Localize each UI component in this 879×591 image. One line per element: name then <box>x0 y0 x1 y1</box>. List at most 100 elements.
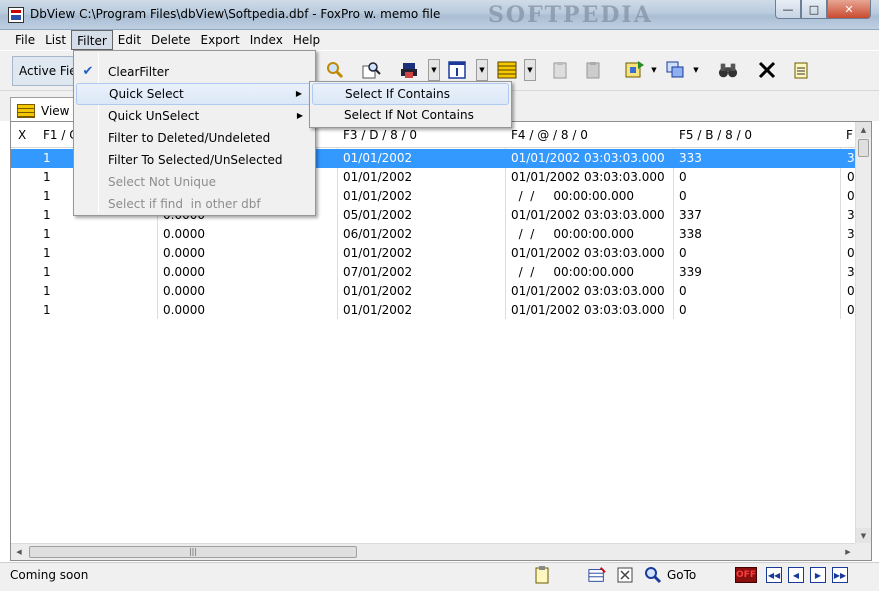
cell-f5: 0 <box>679 189 687 203</box>
previous-record-button[interactable]: ◀ <box>788 567 804 583</box>
menu-item-label: Filter To Selected/UnSelected <box>108 153 283 167</box>
cell-f3: 01/01/2002 <box>343 170 413 184</box>
clipboard-icon[interactable] <box>533 566 551 584</box>
table-row[interactable]: 1 0.0000 01/01/2002 01/01/2002 03:03:03.… <box>11 301 856 320</box>
table-row[interactable]: 1 0.0000 06/01/2002 / / 00:00:00.000 338… <box>11 225 856 244</box>
cell-f1: 1 <box>43 284 51 298</box>
find-icon[interactable] <box>361 59 381 81</box>
info-dropdown-arrow[interactable]: ▼ <box>476 59 488 81</box>
cell-f5: 338 <box>679 227 702 241</box>
cell-f1: 1 <box>43 170 51 184</box>
menu-index[interactable]: Index <box>245 30 288 50</box>
cell-f5: 0 <box>679 284 687 298</box>
off-toggle[interactable]: OFF <box>735 567 757 583</box>
grid-dropdown-arrow[interactable]: ▼ <box>524 59 536 81</box>
status-bar: Coming soon GoTo OFF ◀◀ ◀ ▶ ▶▶ <box>0 562 879 591</box>
menu-item-clearfilter[interactable]: ✔ ClearFilter <box>76 61 313 83</box>
cell-f6: 3 <box>847 151 855 165</box>
menu-item-select-not-unique: Select Not Unique <box>76 171 313 193</box>
menu-item-quick-select[interactable]: Quick Select ▶ <box>76 83 313 105</box>
horizontal-scroll-thumb[interactable]: ||| <box>29 546 357 558</box>
close-button[interactable]: ✕ <box>827 0 871 19</box>
menu-export[interactable]: Export <box>195 30 244 50</box>
cell-f3: 01/01/2002 <box>343 151 413 165</box>
cell-f1: 1 <box>43 208 51 222</box>
selection-dropdown-arrow[interactable]: ▼ <box>648 59 660 81</box>
menu-bar: File List Filter Edit Delete Export Inde… <box>0 30 879 50</box>
cell-f4: / / 00:00:00.000 <box>511 189 635 203</box>
menu-item-filter-selected[interactable]: Filter To Selected/UnSelected <box>76 149 313 171</box>
first-record-button[interactable]: ◀◀ <box>766 567 782 583</box>
cell-f5: 339 <box>679 265 702 279</box>
menu-item-select-if-contains[interactable]: Select If Contains <box>312 83 509 105</box>
binoculars-icon[interactable] <box>718 59 738 81</box>
cell-f3: 01/01/2002 <box>343 189 413 203</box>
cell-f4: 01/01/2002 03:03:03.000 <box>511 170 665 184</box>
cell-f4: 01/01/2002 03:03:03.000 <box>511 151 665 165</box>
cell-f4: 01/01/2002 03:03:03.000 <box>511 246 665 260</box>
column-header-f3[interactable]: F3 / D / 8 / 0 <box>343 128 417 142</box>
column-header-f4[interactable]: F4 / @ / 8 / 0 <box>511 128 588 142</box>
cell-f5: 0 <box>679 246 687 260</box>
edit-grid-icon[interactable] <box>588 566 606 584</box>
print-dropdown-arrow[interactable]: ▼ <box>428 59 440 81</box>
cell-f4: 01/01/2002 03:03:03.000 <box>511 303 665 317</box>
app-icon[interactable] <box>8 7 24 23</box>
info-icon[interactable] <box>447 59 467 81</box>
quick-select-submenu: Select If Contains Select If Not Contain… <box>309 81 512 128</box>
menu-delete[interactable]: Delete <box>146 30 195 50</box>
copy-dropdown-arrow[interactable]: ▼ <box>690 59 702 81</box>
table-row[interactable]: 1 0.0000 01/01/2002 01/01/2002 03:03:03.… <box>11 244 856 263</box>
copy-icon[interactable] <box>666 59 686 81</box>
last-record-button[interactable]: ▶▶ <box>832 567 848 583</box>
minimize-button[interactable]: — <box>775 0 801 19</box>
scroll-up-arrow[interactable]: ▲ <box>856 122 871 138</box>
cell-f4: / / 00:00:00.000 <box>511 227 635 241</box>
grid-icon[interactable] <box>497 59 517 81</box>
clipboard-copy-icon[interactable] <box>550 59 570 81</box>
menu-item-quick-unselect[interactable]: Quick UnSelect ▶ <box>76 105 313 127</box>
menu-file[interactable]: File <box>10 30 40 50</box>
menu-edit[interactable]: Edit <box>113 30 146 50</box>
clipboard-paste-icon[interactable] <box>583 59 603 81</box>
column-header-f5[interactable]: F5 / B / 8 / 0 <box>679 128 752 142</box>
goto-search-icon[interactable] <box>644 566 662 584</box>
submenu-arrow-icon: ▶ <box>296 111 303 120</box>
submenu-arrow-icon: ▶ <box>295 89 302 98</box>
scroll-left-arrow[interactable]: ◀ <box>11 544 27 560</box>
menu-item-filter-deleted[interactable]: Filter to Deleted/Undeleted <box>76 127 313 149</box>
menu-list[interactable]: List <box>40 30 71 50</box>
menu-filter[interactable]: Filter <box>71 30 113 50</box>
next-record-button[interactable]: ▶ <box>810 567 826 583</box>
print-icon[interactable] <box>400 59 420 81</box>
cell-f3: 07/01/2002 <box>343 265 413 279</box>
menu-help[interactable]: Help <box>288 30 325 50</box>
goto-button[interactable]: GoTo <box>667 568 696 582</box>
table-row[interactable]: 1 0.0000 07/01/2002 / / 00:00:00.000 339… <box>11 263 856 282</box>
tab-view[interactable]: View <box>10 97 76 121</box>
search-icon[interactable] <box>325 59 345 81</box>
notes-icon[interactable] <box>791 59 811 81</box>
delete-icon[interactable] <box>757 59 777 81</box>
cell-f1: 1 <box>43 189 51 203</box>
active-field-selector[interactable]: Active Field <box>12 56 74 86</box>
cell-f1: 1 <box>43 227 51 241</box>
close-box-icon[interactable] <box>616 566 634 584</box>
menu-item-label: Select if find in other dbf <box>108 197 261 211</box>
scroll-right-arrow[interactable]: ▶ <box>840 544 856 560</box>
cell-f1: 1 <box>43 246 51 260</box>
vertical-scroll-thumb[interactable] <box>858 139 869 157</box>
maximize-button[interactable]: □ <box>801 0 827 19</box>
selection-icon[interactable] <box>625 59 645 81</box>
cell-f2: 0.0000 <box>163 284 205 298</box>
column-header-x[interactable]: X <box>18 128 26 142</box>
vertical-scrollbar[interactable]: ▲ ▼ <box>855 122 871 544</box>
table-row[interactable]: 1 0.0000 01/01/2002 01/01/2002 03:03:03.… <box>11 282 856 301</box>
cell-f6: 3 <box>847 227 855 241</box>
menu-item-select-if-not-contains[interactable]: Select If Not Contains <box>312 105 509 127</box>
table-icon <box>17 104 35 118</box>
horizontal-scrollbar[interactable]: ◀ ||| ▶ <box>11 543 856 560</box>
column-header-f6[interactable]: F <box>846 128 853 142</box>
scroll-down-arrow[interactable]: ▼ <box>856 528 871 544</box>
scroll-corner <box>855 543 871 560</box>
